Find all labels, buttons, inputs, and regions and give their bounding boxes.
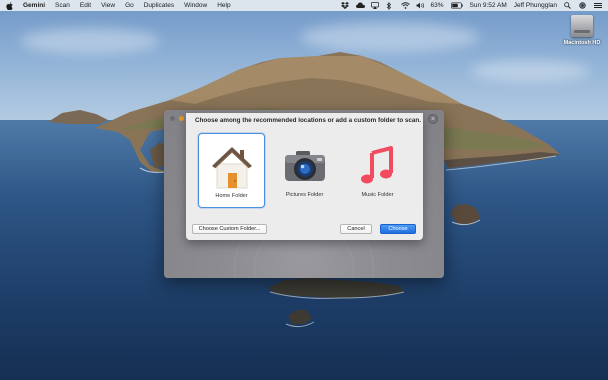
window-controls — [170, 116, 184, 121]
battery-percent[interactable]: 63% — [431, 2, 444, 9]
siri-icon[interactable] — [579, 2, 587, 9]
dropbox-icon[interactable] — [340, 2, 349, 9]
menu-app-name[interactable]: Gemini — [23, 2, 45, 9]
menu-go[interactable]: Go — [125, 2, 134, 9]
location-pictures-folder[interactable]: Pictures Folder — [271, 133, 338, 208]
location-options: Home Folder Pictures Folder Music Folder — [186, 133, 423, 209]
desktop-drive[interactable]: Macintosh HD — [562, 15, 602, 46]
location-label-pictures: Pictures Folder — [285, 192, 324, 198]
window-close-dot[interactable] — [170, 116, 175, 121]
wifi-icon[interactable] — [400, 2, 410, 9]
location-home-folder[interactable]: Home Folder — [198, 133, 265, 208]
menu-view[interactable]: View — [101, 2, 115, 9]
cloud-icon[interactable] — [355, 2, 365, 9]
camera-icon — [282, 143, 328, 189]
user-name[interactable]: Jeff Phungglan — [514, 2, 557, 9]
window-minimize-dot[interactable] — [179, 116, 184, 121]
menu-bar-left: Gemini Scan Edit View Go Duplicates Wind… — [6, 1, 231, 10]
cancel-button[interactable]: Cancel — [340, 224, 372, 234]
menu-bar-status: 63% Sun 9:52 AM Jeff Phungglan — [340, 2, 602, 10]
menu-help[interactable]: Help — [217, 2, 230, 9]
close-icon[interactable]: × — [428, 114, 438, 124]
menu-edit[interactable]: Edit — [80, 2, 91, 9]
music-note-icon — [355, 143, 401, 189]
control-icon[interactable] — [594, 2, 602, 9]
bluetooth-icon[interactable] — [386, 2, 394, 10]
battery-icon[interactable] — [450, 2, 463, 9]
choose-custom-folder-button[interactable]: Choose Custom Folder... — [192, 224, 267, 234]
hard-drive-icon — [571, 15, 593, 37]
choose-button[interactable]: Choose — [380, 224, 416, 234]
location-music-folder[interactable]: Music Folder — [344, 133, 411, 208]
clock[interactable]: Sun 9:52 AM — [470, 2, 507, 9]
search-icon[interactable] — [564, 2, 572, 9]
apple-menu-icon[interactable] — [6, 1, 13, 10]
dialog-buttons: Choose Custom Folder... Cancel Choose — [186, 224, 423, 234]
dialog-title: Choose among the recommended locations o… — [195, 117, 422, 124]
location-label-music: Music Folder — [361, 192, 394, 198]
volume-icon[interactable] — [416, 2, 424, 9]
menu-bar: Gemini Scan Edit View Go Duplicates Wind… — [0, 0, 608, 11]
home-folder-icon — [209, 144, 255, 190]
scan-location-dialog: Choose among the recommended locations o… — [186, 113, 438, 240]
airplay-icon[interactable] — [370, 2, 379, 9]
menu-scan[interactable]: Scan — [55, 2, 70, 9]
menu-duplicates[interactable]: Duplicates — [144, 2, 174, 9]
location-label-home: Home Folder — [215, 193, 248, 199]
menu-window[interactable]: Window — [184, 2, 207, 9]
drive-label: Macintosh HD — [563, 40, 601, 46]
